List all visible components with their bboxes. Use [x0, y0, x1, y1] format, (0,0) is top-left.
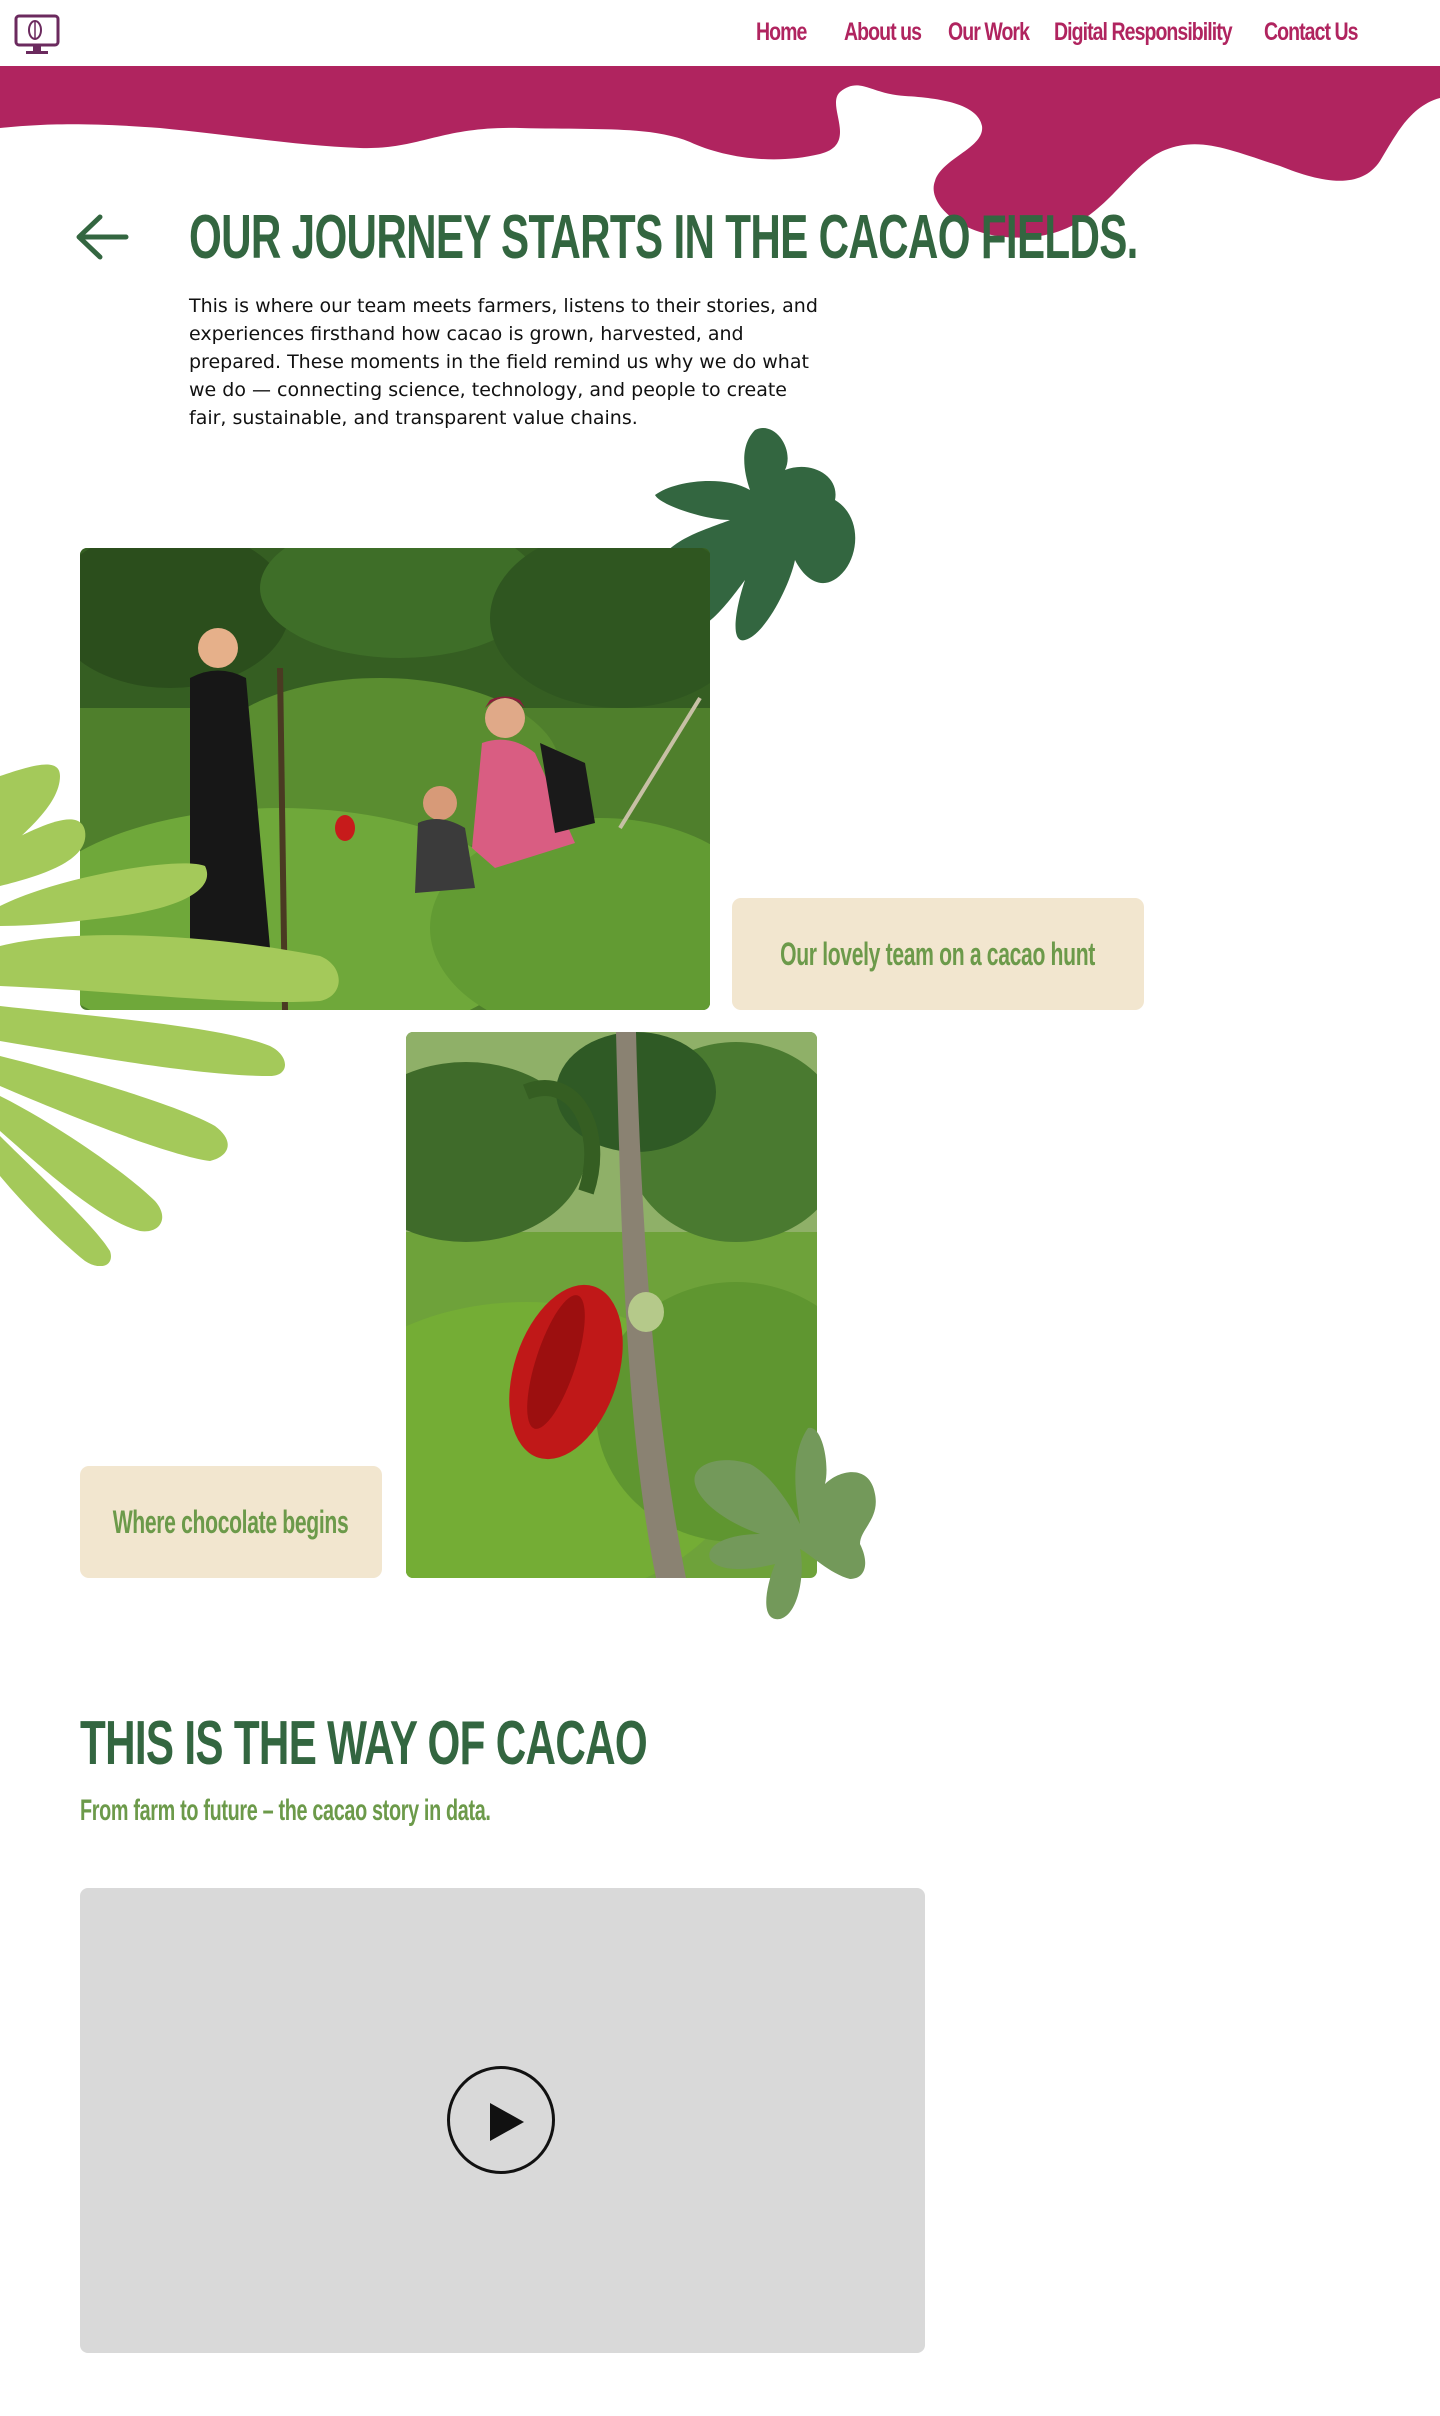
nav-our-work[interactable]: Our Work — [948, 18, 1031, 47]
site-header: Home About us Our Work Digital Responsib… — [0, 0, 1440, 70]
section-title: THIS IS THE WAY OF CACAO — [80, 1709, 648, 1778]
nav-contact-us[interactable]: Contact Us — [1264, 18, 1359, 47]
site-logo-icon[interactable] — [14, 14, 60, 56]
caption-team-card: Our lovely team on a cacao hunt — [732, 898, 1144, 1010]
section-subtitle: From farm to future – the cacao story in… — [80, 1794, 491, 1827]
video-player[interactable] — [80, 1888, 925, 2353]
hero-description: This is where our team meets farmers, li… — [189, 295, 818, 429]
caption-pod: Where chocolate begins — [113, 1503, 349, 1540]
leaf-light-green-icon — [0, 764, 339, 1266]
caption-team: Our lovely team on a cacao hunt — [780, 935, 1096, 972]
nav-home[interactable]: Home — [756, 18, 825, 47]
caption-pod-card: Where chocolate begins — [80, 1466, 382, 1578]
back-arrow-icon[interactable] — [74, 212, 130, 262]
nav-digital-responsibility[interactable]: Digital Responsibility — [1054, 18, 1233, 47]
main-nav: Home About us Our Work Digital Responsib… — [756, 18, 1360, 47]
play-icon — [490, 2103, 524, 2141]
play-button[interactable] — [447, 2066, 555, 2174]
hero-title: OUR JOURNEY STARTS IN THE CACAO FIELDS. — [189, 203, 1138, 272]
leaf-medium-green-icon — [694, 1427, 876, 1620]
nav-about-us[interactable]: About us — [844, 18, 925, 47]
